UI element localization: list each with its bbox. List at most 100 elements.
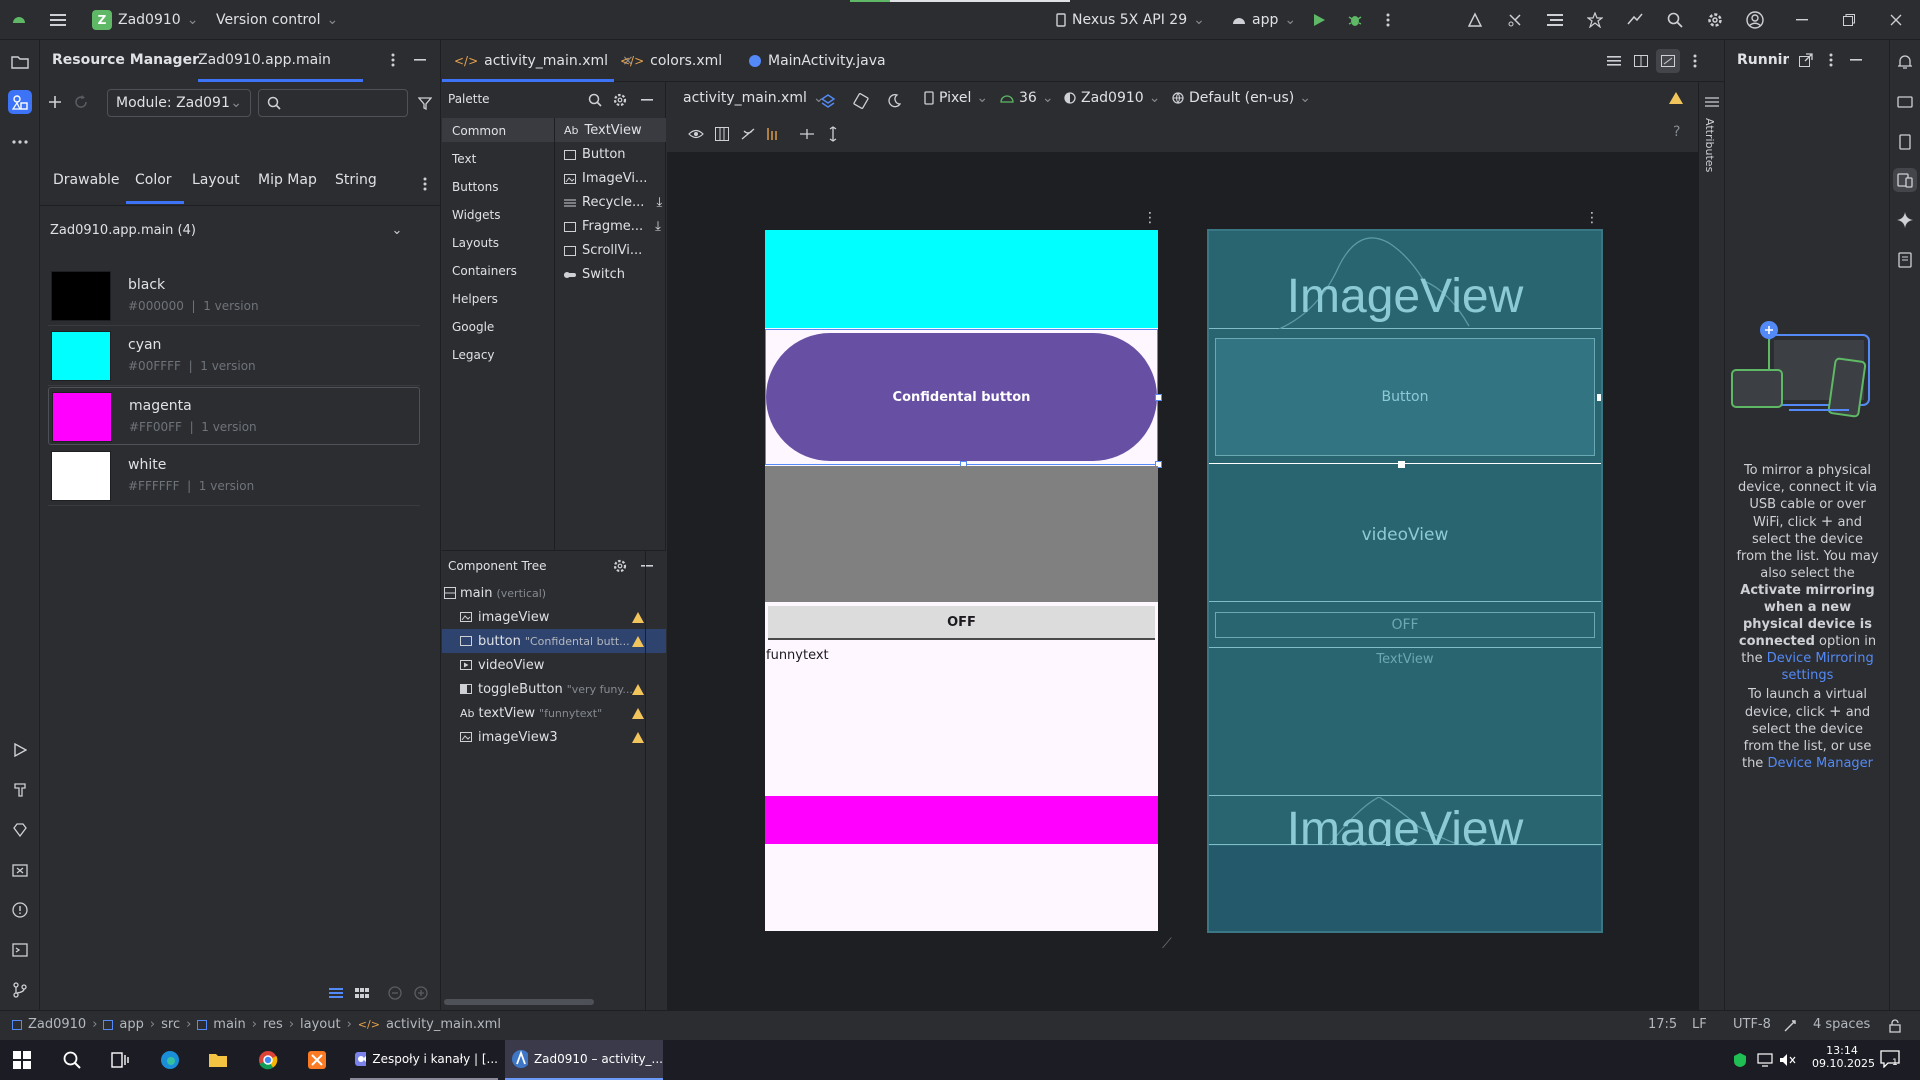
editor-options-icon[interactable]	[1685, 51, 1705, 71]
blueprint-frame[interactable]: ImageView Button videoView OFF TextView …	[1207, 229, 1603, 933]
collapse-group-icon[interactable]: ⌄	[387, 220, 407, 240]
palette-item-textview[interactable]: Ab TextView	[564, 123, 642, 138]
hide-palette-icon[interactable]	[637, 90, 657, 110]
display-icon[interactable]	[1755, 1050, 1775, 1070]
add-resource-icon[interactable]	[45, 92, 65, 112]
orientation-icon[interactable]	[851, 91, 871, 111]
refresh-icon[interactable]	[71, 92, 91, 112]
search-icon[interactable]	[1665, 10, 1685, 30]
palette-item-fragment[interactable]: Fragme... ⤓	[564, 219, 661, 234]
download-icon[interactable]: ⤓	[655, 219, 661, 234]
horizontal-scrollbar[interactable]	[444, 999, 594, 1005]
filter-icon[interactable]	[415, 93, 435, 113]
list-view-icon[interactable]	[326, 983, 346, 1003]
running-options-icon[interactable]	[1821, 50, 1841, 70]
module-dropdown[interactable]: Module: Zad0910 ⌄	[107, 89, 251, 117]
main-menu-icon[interactable]	[48, 10, 68, 30]
clock[interactable]: 13:14 09.10.2025	[1812, 1044, 1875, 1070]
git-branch-icon[interactable]	[8, 978, 32, 1002]
preview-textview[interactable]: funnytext	[766, 648, 829, 663]
file-explorer-icon[interactable]	[208, 1050, 228, 1070]
breadcrumb-item[interactable]: src	[161, 1017, 180, 1032]
device-file-icon[interactable]	[1893, 248, 1917, 272]
breadcrumb-item[interactable]: activity_main.xml	[386, 1017, 501, 1032]
device-preview-selector[interactable]: Pixel ⌄	[924, 90, 988, 106]
tree-node-videoview[interactable]: videoView	[442, 653, 666, 677]
color-resource-magenta[interactable]: magenta #FF00FF | 1 version	[48, 387, 420, 445]
logcat-icon[interactable]	[1545, 10, 1565, 30]
breadcrumb-item[interactable]: app	[119, 1017, 143, 1032]
palette-category-buttons[interactable]: Buttons	[452, 180, 498, 194]
notification-center-icon[interactable]: 1	[1880, 1050, 1900, 1068]
gemini-sparkle-icon[interactable]	[1893, 208, 1917, 232]
blueprint-button[interactable]: Button	[1209, 330, 1601, 464]
preview-toggle-button[interactable]: OFF	[768, 606, 1155, 640]
device-manager-link[interactable]: Device Manager	[1767, 756, 1873, 771]
hide-running-icon[interactable]	[1846, 50, 1866, 70]
code-view-icon[interactable]	[1604, 51, 1624, 71]
tree-node-imageview3[interactable]: imageView3	[442, 725, 666, 749]
indent-setting[interactable]: 4 spaces	[1813, 1017, 1870, 1032]
resize-handle[interactable]	[1155, 394, 1162, 401]
preview-imageview3[interactable]	[765, 796, 1158, 844]
project-folder-icon[interactable]	[8, 50, 32, 74]
module-tab[interactable]: Zad0910.app.main	[198, 52, 331, 68]
build-hammer-icon[interactable]	[8, 778, 32, 802]
attributes-label[interactable]: Attributes	[1703, 118, 1716, 172]
tree-node-togglebutton[interactable]: toggleButton "very funy...	[442, 677, 666, 701]
project-selector[interactable]: Z Zad0910 ⌄	[92, 8, 198, 32]
line-separator[interactable]: LF	[1692, 1017, 1707, 1032]
blueprint-imageview3[interactable]: ImageView	[1209, 797, 1601, 856]
palette-category-legacy[interactable]: Legacy	[452, 348, 495, 362]
tab-color[interactable]: Color	[135, 172, 172, 188]
hide-tree-icon[interactable]	[637, 556, 657, 576]
sdk-manager-icon[interactable]	[1465, 10, 1485, 30]
palette-category-common[interactable]: Common	[452, 124, 506, 138]
restore-window-icon[interactable]	[1839, 10, 1859, 30]
constraints-toggle-icon[interactable]	[712, 124, 732, 144]
run-tool-icon[interactable]	[8, 738, 32, 762]
palette-item-scrollview[interactable]: ScrollVi...	[564, 243, 642, 258]
device-manager-icon[interactable]	[1625, 10, 1645, 30]
palette-category-layouts[interactable]: Layouts	[452, 236, 499, 250]
warning-icon[interactable]	[632, 683, 644, 695]
help-question-icon[interactable]: ?	[1673, 124, 1680, 140]
api-level-selector[interactable]: 36 ⌄	[1000, 90, 1054, 106]
zoom-in-icon[interactable]	[411, 983, 431, 1003]
resize-handle[interactable]	[1597, 394, 1601, 401]
download-icon[interactable]: ⤓	[656, 195, 662, 210]
palette-item-switch[interactable]: Switch	[564, 267, 625, 282]
minimize-window-icon[interactable]	[1792, 10, 1812, 30]
palette-settings-gear-icon[interactable]	[610, 90, 630, 110]
taskbar-app-teams[interactable]: Zespoły i kanały | [...	[350, 1040, 498, 1080]
run-icon[interactable]	[1309, 10, 1329, 30]
tree-settings-gear-icon[interactable]	[610, 556, 630, 576]
breadcrumb-item[interactable]: Zad0910	[28, 1017, 86, 1032]
palette-item-recyclerview[interactable]: Recycle... ⤓	[564, 195, 662, 210]
open-external-icon[interactable]	[1796, 50, 1816, 70]
network-shield-icon[interactable]	[1730, 1050, 1750, 1070]
hide-panel-icon[interactable]	[410, 50, 430, 70]
taskbar-app-android-studio[interactable]: Zad0910 – activity_...	[505, 1040, 663, 1080]
layout-warning-icon[interactable]	[1669, 92, 1683, 104]
more-tabs-icon[interactable]	[415, 174, 435, 194]
design-preview-frame[interactable]: Confidental button OFF funnytext	[763, 228, 1162, 933]
attributes-icon[interactable]	[1702, 92, 1722, 112]
preview-imageview[interactable]	[765, 230, 1158, 328]
emulator-icon[interactable]	[1893, 130, 1917, 154]
color-resource-cyan[interactable]: cyan #00FFFF | 1 version	[48, 327, 420, 385]
default-margins-icon[interactable]	[764, 124, 784, 144]
blueprint-options-icon[interactable]: ⋮	[1585, 210, 1599, 226]
palette-category-helpers[interactable]: Helpers	[452, 292, 498, 306]
palette-category-containers[interactable]: Containers	[452, 264, 517, 278]
terminal-icon[interactable]	[8, 938, 32, 962]
tab-mipmap[interactable]: Mip Map	[258, 172, 317, 188]
search-icon[interactable]	[62, 1050, 82, 1070]
palette-search-icon[interactable]	[585, 90, 605, 110]
edge-browser-icon[interactable]	[160, 1050, 180, 1070]
profiler-icon[interactable]	[1585, 10, 1605, 30]
notifications-bell-icon[interactable]	[1893, 50, 1917, 74]
tree-node-main[interactable]: main (vertical)	[442, 581, 666, 605]
tree-node-button-selected[interactable]: button "Confidental butt...	[442, 629, 666, 653]
layout-file-selector[interactable]: activity_main.xml ⌄	[683, 90, 825, 106]
